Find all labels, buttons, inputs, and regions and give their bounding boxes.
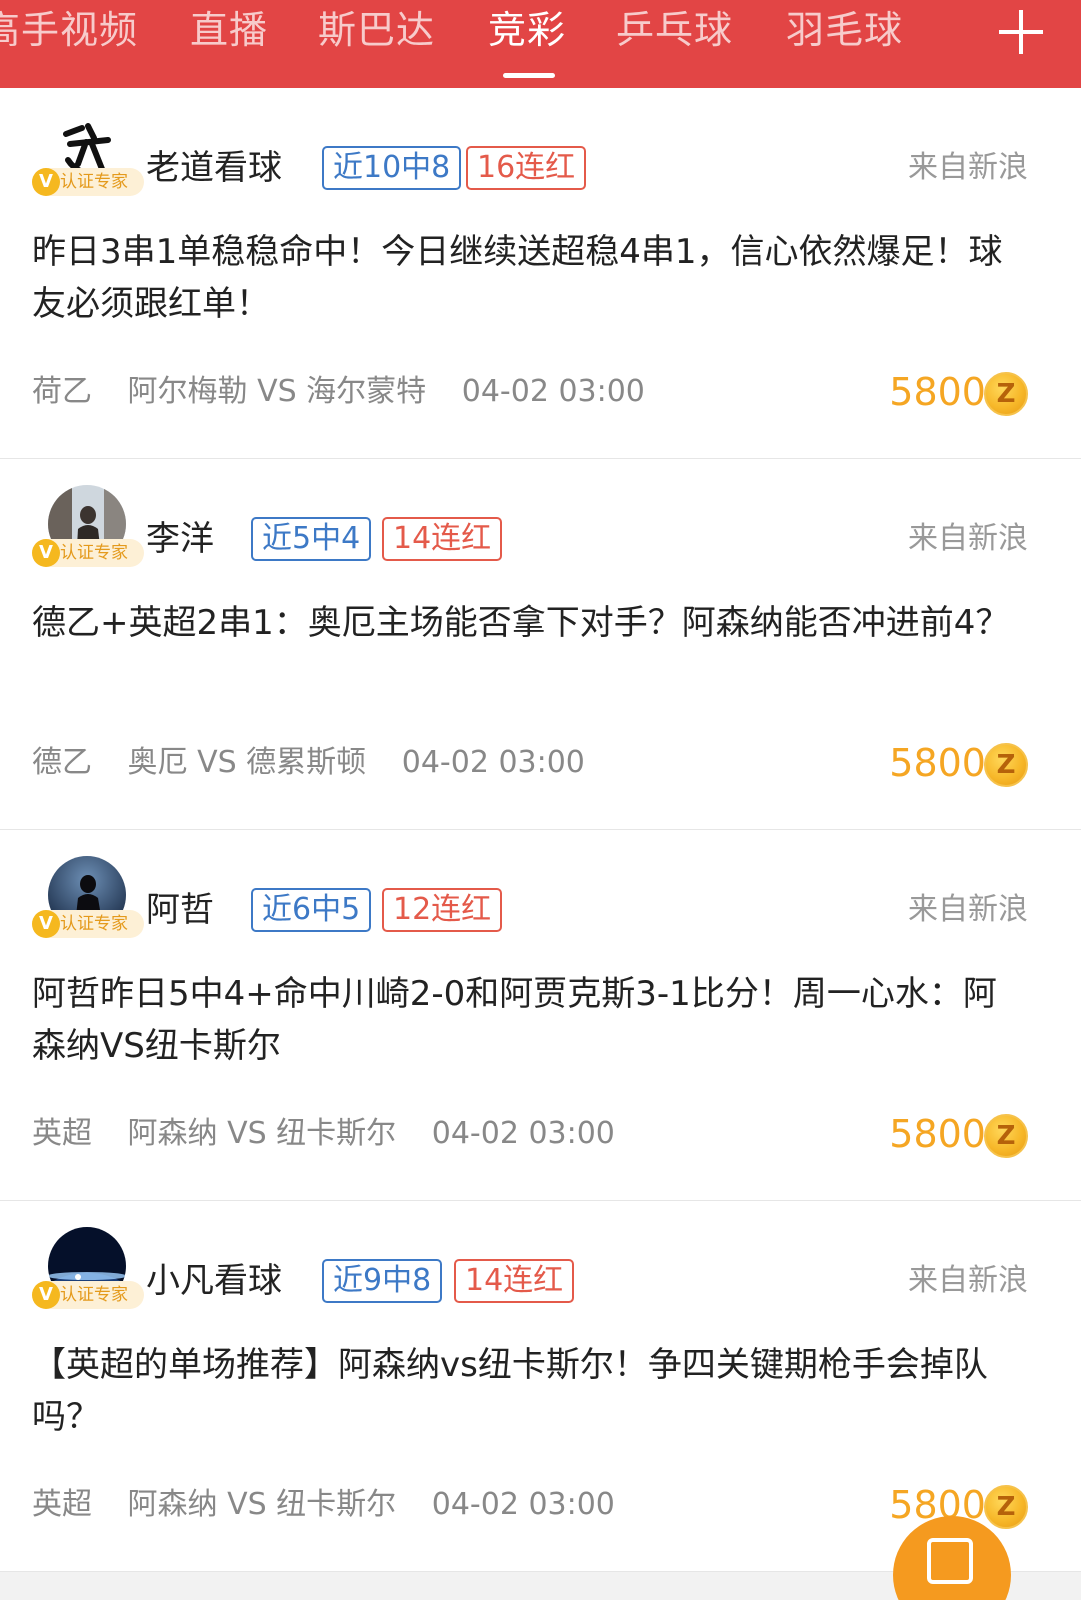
- plus-icon[interactable]: [999, 10, 1043, 54]
- verified-expert-badge: V 认证专家: [32, 1281, 144, 1309]
- verified-expert-badge: V 认证专家: [32, 910, 144, 938]
- category-tabs: 高手视频 直播 斯巴达 竞彩 乒乓球 羽毛球: [0, 0, 960, 88]
- match-time: 04-02 03:00: [401, 745, 585, 780]
- tip-title[interactable]: 阿哲昨日5中4+命中川崎2-0和阿贾克斯3-1比分！周一心水：阿森纳VS纽卡斯尔: [32, 968, 1012, 1072]
- win-streak-badge: 16连红: [466, 146, 587, 190]
- hit-record-badge: 近5中4: [251, 517, 372, 561]
- match-teams: 阿尔梅勒 VS 海尔蒙特: [127, 374, 427, 409]
- tab-gaoshou-video[interactable]: 高手视频: [0, 4, 138, 56]
- coin-icon: Z: [984, 743, 1028, 787]
- shopping-bag-icon: [927, 1538, 973, 1584]
- win-streak-badge: 12连红: [382, 888, 503, 932]
- hit-record-badge: 近10中8: [322, 146, 462, 190]
- source-label: 来自新浪: [908, 1263, 1028, 1298]
- verified-v-icon: V: [32, 910, 60, 938]
- source-label: 来自新浪: [908, 521, 1028, 556]
- tab-jingcai[interactable]: 竞彩: [488, 4, 566, 56]
- verified-label: 认证专家: [60, 914, 128, 934]
- verified-label: 认证专家: [60, 543, 128, 563]
- match-time: 04-02 03:00: [431, 1116, 615, 1151]
- tab-badminton[interactable]: 羽毛球: [786, 4, 903, 56]
- league-label: 英超: [32, 1487, 92, 1522]
- active-tab-indicator: [503, 73, 555, 78]
- tip-card[interactable]: V 认证专家 李洋 近5中4 14连红 来自新浪 德乙+英超2串1：奥厄主场能否…: [0, 459, 1081, 830]
- league-label: 英超: [32, 1116, 92, 1151]
- league-label: 德乙: [32, 745, 92, 780]
- match-teams: 阿森纳 VS 纽卡斯尔: [127, 1116, 397, 1151]
- price-amount[interactable]: 5800: [889, 1110, 986, 1158]
- win-streak-badge: 14连红: [382, 517, 503, 561]
- tip-title[interactable]: 德乙+英超2串1：奥厄主场能否拿下对手？阿森纳能否冲进前4？: [32, 597, 1012, 649]
- verified-expert-badge: V 认证专家: [32, 539, 144, 567]
- match-time: 04-02 03:00: [431, 1487, 615, 1522]
- tip-card[interactable]: V 认证专家 老道看球 近10中8 16连红 来自新浪 昨日3串1单稳稳命中！今…: [0, 88, 1081, 459]
- verified-label: 认证专家: [60, 1285, 128, 1305]
- author-name[interactable]: 阿哲: [146, 888, 214, 932]
- tip-title[interactable]: 昨日3串1单稳稳命中！今日继续送超稳4串1，信心依然爆足！球友必须跟红单！: [32, 226, 1012, 330]
- tab-live[interactable]: 直播: [190, 4, 268, 56]
- win-streak-badge: 14连红: [454, 1259, 575, 1303]
- author-name[interactable]: 李洋: [146, 517, 214, 561]
- tip-title[interactable]: 【英超的单场推荐】阿森纳vs纽卡斯尔！争四关键期枪手会掉队吗？: [32, 1339, 1012, 1443]
- price-amount[interactable]: 5800: [889, 739, 986, 787]
- tab-sparta[interactable]: 斯巴达: [318, 4, 435, 56]
- verified-expert-badge: V 认证专家: [32, 168, 144, 196]
- match-teams: 阿森纳 VS 纽卡斯尔: [127, 1487, 397, 1522]
- match-meta: 英超 阿森纳 VS 纽卡斯尔 04-02 03:00: [32, 1112, 641, 1156]
- tab-table-tennis[interactable]: 乒乓球: [616, 4, 733, 56]
- verified-v-icon: V: [32, 539, 60, 567]
- coin-icon: Z: [984, 1485, 1028, 1529]
- match-meta: 荷乙 阿尔梅勒 VS 海尔蒙特 04-02 03:00: [32, 370, 671, 414]
- match-time: 04-02 03:00: [461, 374, 645, 409]
- match-meta: 英超 阿森纳 VS 纽卡斯尔 04-02 03:00: [32, 1483, 641, 1527]
- price-amount[interactable]: 5800: [889, 368, 986, 416]
- source-label: 来自新浪: [908, 892, 1028, 927]
- tips-feed: V 认证专家 老道看球 近10中8 16连红 来自新浪 昨日3串1单稳稳命中！今…: [0, 88, 1081, 1572]
- verified-v-icon: V: [32, 168, 60, 196]
- author-name[interactable]: 小凡看球: [146, 1259, 282, 1303]
- tip-card[interactable]: V 认证专家 小凡看球 近9中8 14连红 来自新浪 【英超的单场推荐】阿森纳v…: [0, 1201, 1081, 1572]
- source-label: 来自新浪: [908, 150, 1028, 185]
- match-teams: 奥厄 VS 德累斯顿: [127, 745, 367, 780]
- coin-icon: Z: [984, 1114, 1028, 1158]
- author-name[interactable]: 老道看球: [146, 146, 282, 190]
- coin-icon: Z: [984, 372, 1028, 416]
- hit-record-badge: 近9中8: [322, 1259, 443, 1303]
- tip-card[interactable]: V 认证专家 阿哲 近6中5 12连红 来自新浪 阿哲昨日5中4+命中川崎2-0…: [0, 830, 1081, 1201]
- match-meta: 德乙 奥厄 VS 德累斯顿 04-02 03:00: [32, 741, 611, 785]
- verified-label: 认证专家: [60, 172, 128, 192]
- league-label: 荷乙: [32, 374, 92, 409]
- hit-record-badge: 近6中5: [251, 888, 372, 932]
- top-nav-bar: 高手视频 直播 斯巴达 竞彩 乒乓球 羽毛球: [0, 0, 1081, 88]
- verified-v-icon: V: [32, 1281, 60, 1309]
